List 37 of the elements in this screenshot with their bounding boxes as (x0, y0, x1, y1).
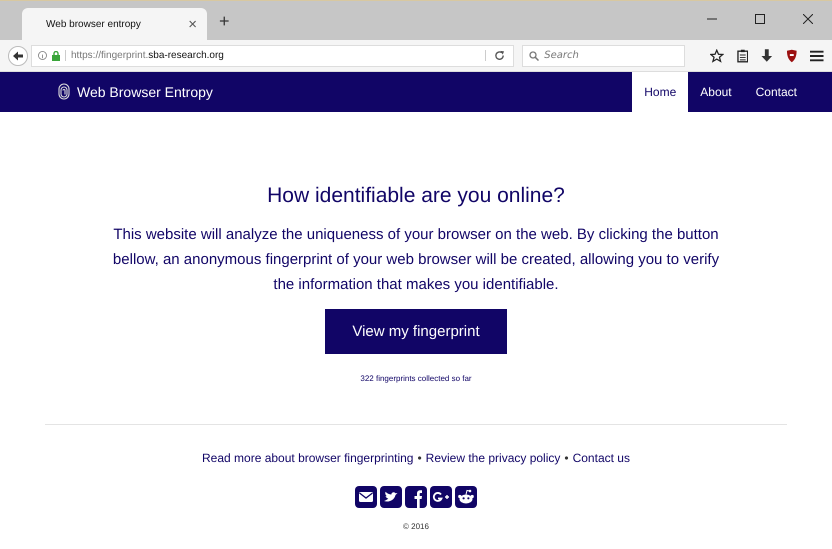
reload-icon[interactable] (485, 50, 506, 61)
intro-paragraph: This website will analyze the uniqueness of your browser on the web. By clicking the button bellow, an anonymous fingerprint of your web browser will be created, allowing you to verify the information that makes you identifiable. (112, 225, 720, 295)
separator: • (417, 451, 422, 465)
info-icon[interactable] (38, 51, 47, 60)
alien-icon[interactable] (455, 486, 477, 508)
site-title[interactable]: Web Browser Entropy (77, 84, 213, 100)
url-text: https://fingerprint.sba-research.org (65, 50, 480, 61)
lock-icon (52, 50, 60, 60)
shield-icon[interactable] (786, 48, 798, 62)
footer-link[interactable]: Contact us (572, 451, 630, 465)
nav-link[interactable]: About (688, 72, 744, 112)
view-fingerprint-button[interactable]: View my fingerprint (325, 309, 507, 354)
clipboard-icon[interactable] (736, 48, 748, 62)
nav-link[interactable]: Home (632, 72, 688, 112)
address-bar[interactable]: https://fingerprint.sba-research.org (31, 44, 514, 66)
facebook-icon[interactable] (405, 486, 427, 508)
footer-link[interactable]: Read more about browser fingerprinting (202, 451, 414, 465)
separator: • (564, 451, 569, 465)
google-plus-icon[interactable] (430, 486, 452, 508)
maximize-icon[interactable] (755, 14, 765, 24)
fingerprint-count: 322 fingerprints collected so far (360, 374, 472, 383)
browser-tab[interactable]: Web browser entropy × (22, 8, 207, 40)
new-tab-button[interactable]: + (219, 11, 230, 32)
tab-title: Web browser entropy (46, 18, 141, 30)
tab-close-button[interactable]: × (188, 16, 197, 32)
close-icon[interactable] (803, 14, 813, 24)
download-icon[interactable] (761, 48, 773, 62)
footer-link[interactable]: Review the privacy policy (426, 451, 560, 465)
nav-link[interactable]: Contact (744, 72, 809, 112)
star-icon[interactable] (710, 48, 724, 62)
search-field[interactable]: Search (522, 44, 686, 66)
menu-icon[interactable] (810, 50, 824, 62)
fingerprint-icon (57, 83, 71, 101)
email-icon[interactable] (355, 486, 377, 508)
page-heading: How identifiable are you online? (267, 184, 565, 208)
copyright-text: © 2016 (403, 522, 429, 531)
bird-icon[interactable] (380, 486, 402, 508)
